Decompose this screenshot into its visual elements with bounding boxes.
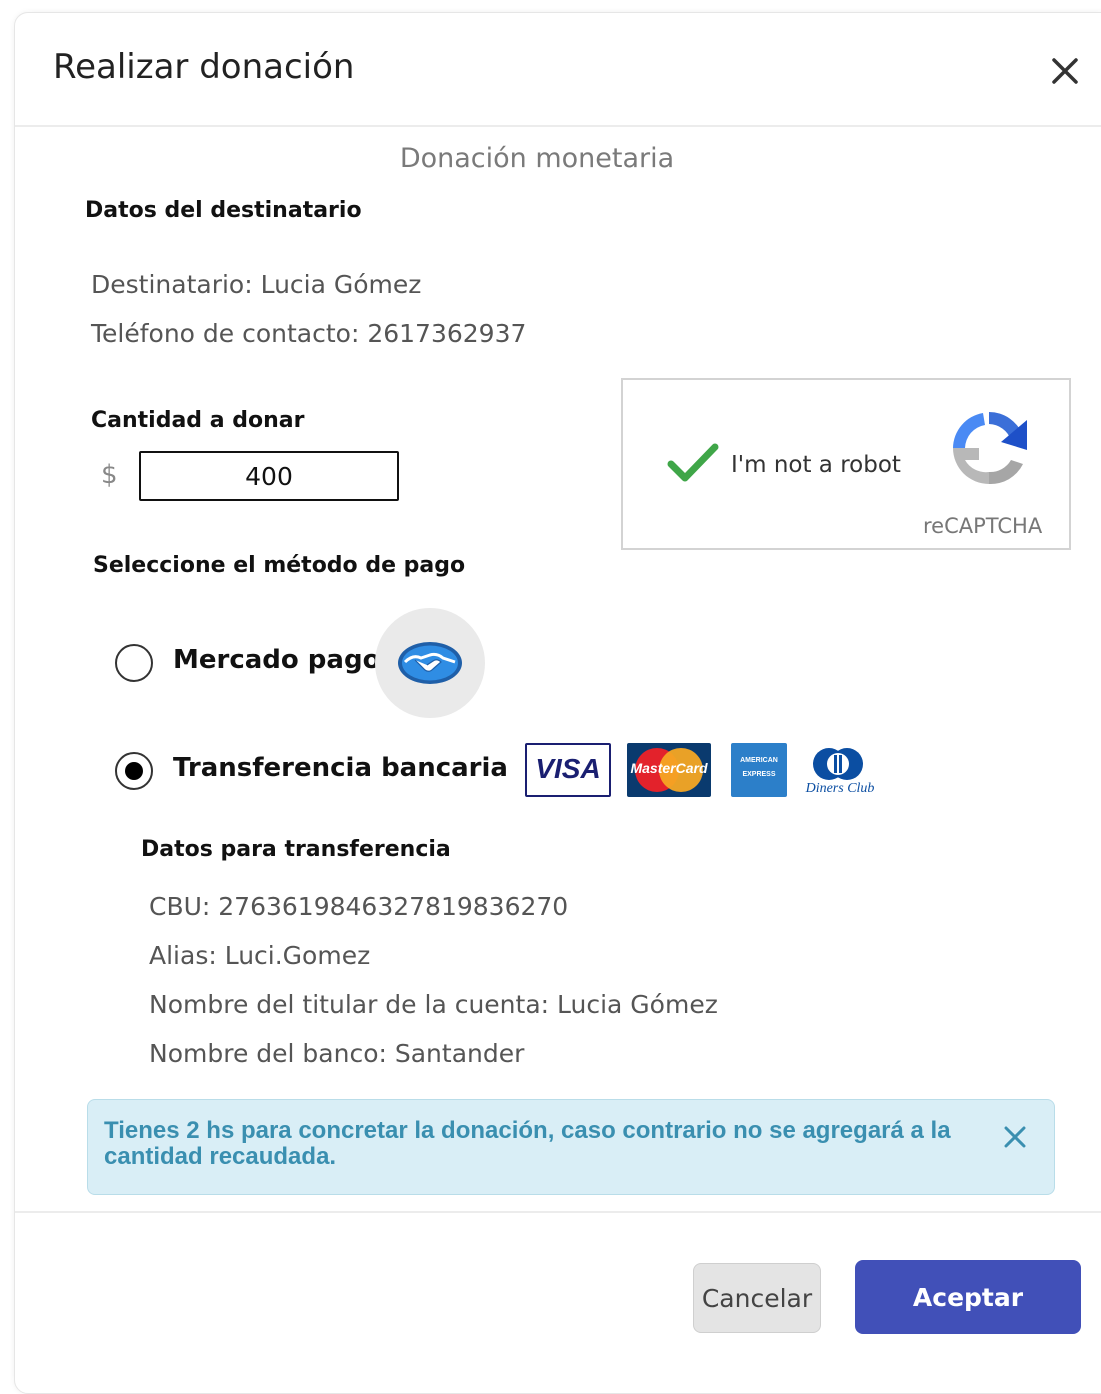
amex-text-1: AMERICAN [740, 757, 778, 764]
transfer-cbu: CBU: 2763619846327819836270 [149, 892, 569, 921]
recaptcha-widget[interactable]: I'm not a robot reCAPTCHA [621, 378, 1071, 550]
radio-selected-dot [125, 762, 143, 780]
transfer-holder: Nombre del titular de la cuenta: Lucia G… [149, 990, 718, 1019]
diners-text: Diners Club [805, 781, 875, 796]
recipient-name: Destinatario: Lucia Gómez [91, 270, 422, 299]
footer-divider [15, 1211, 1101, 1213]
mastercard-logo: MasterCard [627, 743, 711, 797]
radio-mercado-pago[interactable] [115, 644, 153, 682]
transfer-alias: Alias: Luci.Gomez [149, 941, 371, 970]
close-icon[interactable] [1045, 51, 1085, 91]
visa-logo: VISA [525, 743, 611, 797]
captcha-label: I'm not a robot [731, 452, 901, 478]
donation-dialog: Realizar donación Donación monetaria Dat… [14, 12, 1101, 1394]
transferencia-label[interactable]: Transferencia bancaria [173, 753, 508, 783]
accept-button[interactable]: Aceptar [855, 1260, 1081, 1334]
captcha-brand: reCAPTCHA [923, 514, 1043, 538]
transfer-heading: Datos para transferencia [141, 837, 451, 862]
mercado-pago-handshake-icon [398, 642, 462, 684]
dialog-title: Realizar donación [53, 47, 355, 87]
alert-text: Tienes 2 hs para concretar la donación, … [104, 1117, 951, 1170]
header-divider [15, 125, 1101, 127]
info-alert: Tienes 2 hs para concretar la donación, … [87, 1099, 1055, 1195]
diners-club-icon [813, 748, 863, 780]
alert-close-icon[interactable] [1000, 1122, 1030, 1152]
visa-text: VISA [535, 753, 601, 784]
diners-club-logo: Diners Club [797, 747, 883, 799]
dialog-subtitle: Donación monetaria [399, 143, 675, 174]
mercado-pago-label[interactable]: Mercado pago [173, 645, 380, 675]
payment-heading: Seleccione el método de pago [93, 553, 466, 578]
recipient-phone: Teléfono de contacto: 2617362937 [91, 319, 527, 348]
amount-input[interactable] [139, 451, 399, 501]
amex-text-2: EXPRESS [742, 771, 776, 778]
mercado-pago-logo [375, 608, 485, 718]
radio-transferencia-bancaria[interactable] [115, 752, 153, 790]
currency-symbol: $ [101, 460, 118, 490]
recipient-heading: Datos del destinatario [85, 198, 362, 223]
american-express-logo: AMERICAN EXPRESS [731, 743, 787, 797]
checkmark-icon[interactable] [667, 442, 719, 488]
amount-heading: Cantidad a donar [91, 408, 305, 433]
mastercard-text: MasterCard [630, 760, 708, 776]
transfer-bank: Nombre del banco: Santander [149, 1039, 525, 1068]
cancel-button[interactable]: Cancelar [693, 1263, 821, 1333]
recaptcha-logo-icon [939, 398, 1039, 502]
